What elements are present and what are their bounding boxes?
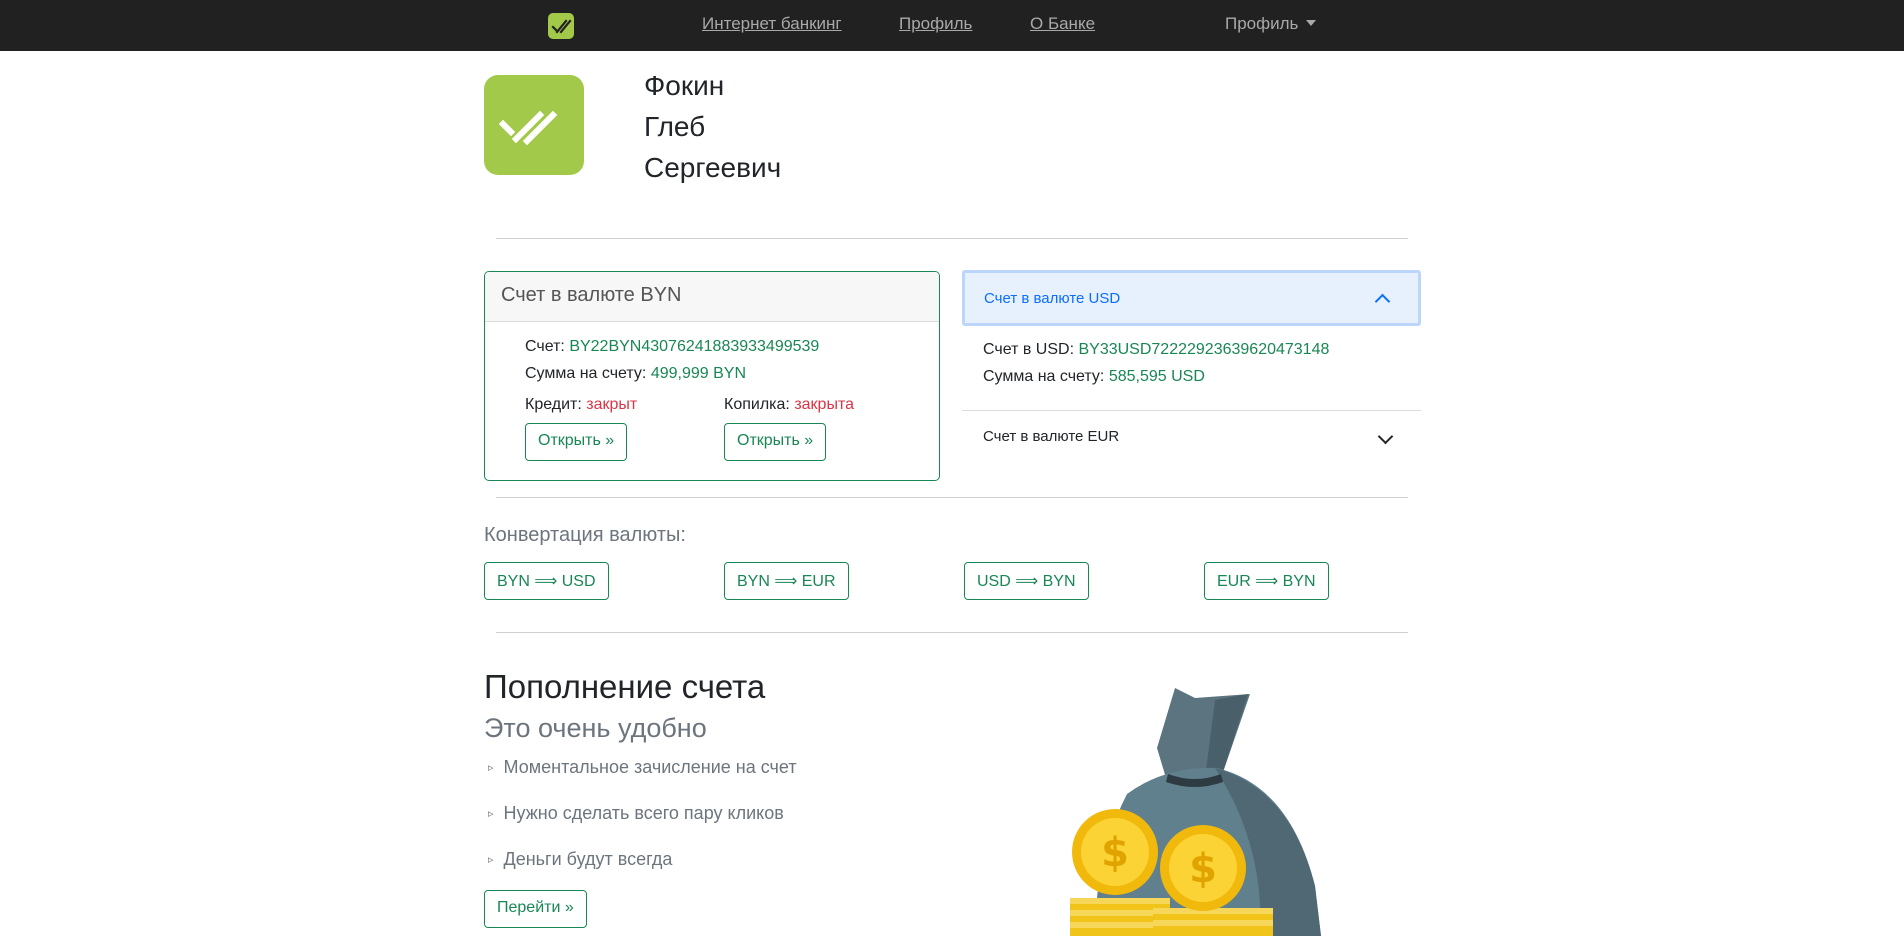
deposit-title: Пополнение счета [484, 668, 766, 705]
open-credit-button[interactable]: Открыть » [525, 423, 628, 461]
usd-account-row: Счет в USD: BY33USD72222923639620473148 [983, 341, 1329, 359]
piggy-status-badge: закрыта [794, 396, 854, 413]
profile-first-name: Глеб [644, 111, 706, 142]
convert-byn-eur-button[interactable]: BYN ⟹ EUR [724, 562, 849, 600]
divider [496, 632, 1408, 633]
convert-eur-byn-button[interactable]: EUR ⟹ BYN [1204, 562, 1329, 600]
feature-item: ▹ Деньги будут всегда [488, 849, 672, 870]
profile-patronymic: Сергеевич [644, 152, 782, 183]
piggy-label: Копилка: [724, 396, 790, 413]
top-navbar: Интернет банкинг Профиль О Банке Профиль [0, 0, 1904, 51]
byn-account-number: BY22BYN43076241883933499539 [569, 338, 820, 355]
usd-account-label: Счет в USD: [983, 341, 1075, 358]
feature-text: Моментальное зачисление на счет [503, 757, 797, 777]
convert-usd-byn-button[interactable]: USD ⟹ BYN [964, 562, 1089, 600]
byn-balance-value: 499,999 BYN [650, 365, 747, 382]
svg-text:$: $ [1189, 846, 1217, 892]
credit-status-row: Кредит: закрыт [525, 396, 637, 414]
credit-label: Кредит: [525, 396, 582, 413]
byn-account-label: Счет: [525, 338, 565, 355]
convert-byn-usd-button[interactable]: BYN ⟹ USD [484, 562, 609, 600]
feature-item: ▹ Моментальное зачисление на счет [488, 757, 797, 778]
open-piggy-button[interactable]: Открыть » [724, 423, 827, 461]
triangle-bullet-icon: ▹ [488, 762, 494, 774]
avatar [484, 75, 584, 175]
feature-text: Деньги будут всегда [503, 849, 673, 869]
usd-accordion-title: Счет в валюте USD [984, 290, 1121, 307]
byn-balance-row: Сумма на счету: 499,999 BYN [525, 365, 746, 383]
eur-accordion-header[interactable]: Счет в валюте EUR [962, 411, 1421, 467]
money-bag-illustration: $ $ [1070, 688, 1321, 936]
svg-text:$: $ [1101, 830, 1129, 876]
nav-link-profile[interactable]: Профиль [899, 14, 972, 34]
usd-balance-label: Сумма на счету: [983, 368, 1105, 385]
deposit-subtitle: Это очень удобно [484, 713, 707, 743]
profile-dropdown-label: Профиль [1225, 14, 1299, 33]
feature-item: ▹ Нужно сделать всего пару кликов [488, 803, 784, 824]
byn-account-row: Счет: BY22BYN43076241883933499539 [525, 338, 819, 356]
eur-accordion-title: Счет в валюте EUR [983, 428, 1120, 445]
byn-card-title: Счет в валюте BYN [485, 272, 939, 322]
chevron-up-icon [1374, 293, 1391, 310]
usd-balance-value: 585,595 USD [1108, 368, 1205, 385]
byn-balance-label: Сумма на счету: [525, 365, 647, 382]
triangle-bullet-icon: ▹ [488, 854, 494, 866]
profile-dropdown[interactable]: Профиль [1225, 14, 1317, 34]
feature-text: Нужно сделать всего пару кликов [503, 803, 784, 823]
usd-account-number: BY33USD72222923639620473148 [1078, 341, 1330, 358]
usd-accordion-header[interactable]: Счет в валюте USD [962, 270, 1421, 326]
conversion-title: Конвертация валюты: [484, 524, 686, 546]
divider [496, 238, 1408, 239]
nav-link-about-bank[interactable]: О Банке [1030, 14, 1095, 34]
piggy-status-row: Копилка: закрыта [724, 396, 854, 414]
go-deposit-button[interactable]: Перейти » [484, 890, 587, 928]
usd-balance-row: Сумма на счету: 585,595 USD [983, 368, 1205, 386]
chevron-down-icon [1377, 428, 1394, 445]
credit-status-badge: закрыт [586, 396, 638, 413]
caret-down-icon [1306, 20, 1317, 26]
triangle-bullet-icon: ▹ [488, 808, 494, 820]
bank-logo-icon[interactable] [548, 13, 574, 39]
divider [496, 497, 1408, 498]
byn-account-card: Счет в валюте BYN Счет: BY22BYN430762418… [484, 271, 940, 481]
nav-link-internet-banking[interactable]: Интернет банкинг [702, 14, 842, 34]
profile-surname: Фокин [644, 70, 725, 101]
